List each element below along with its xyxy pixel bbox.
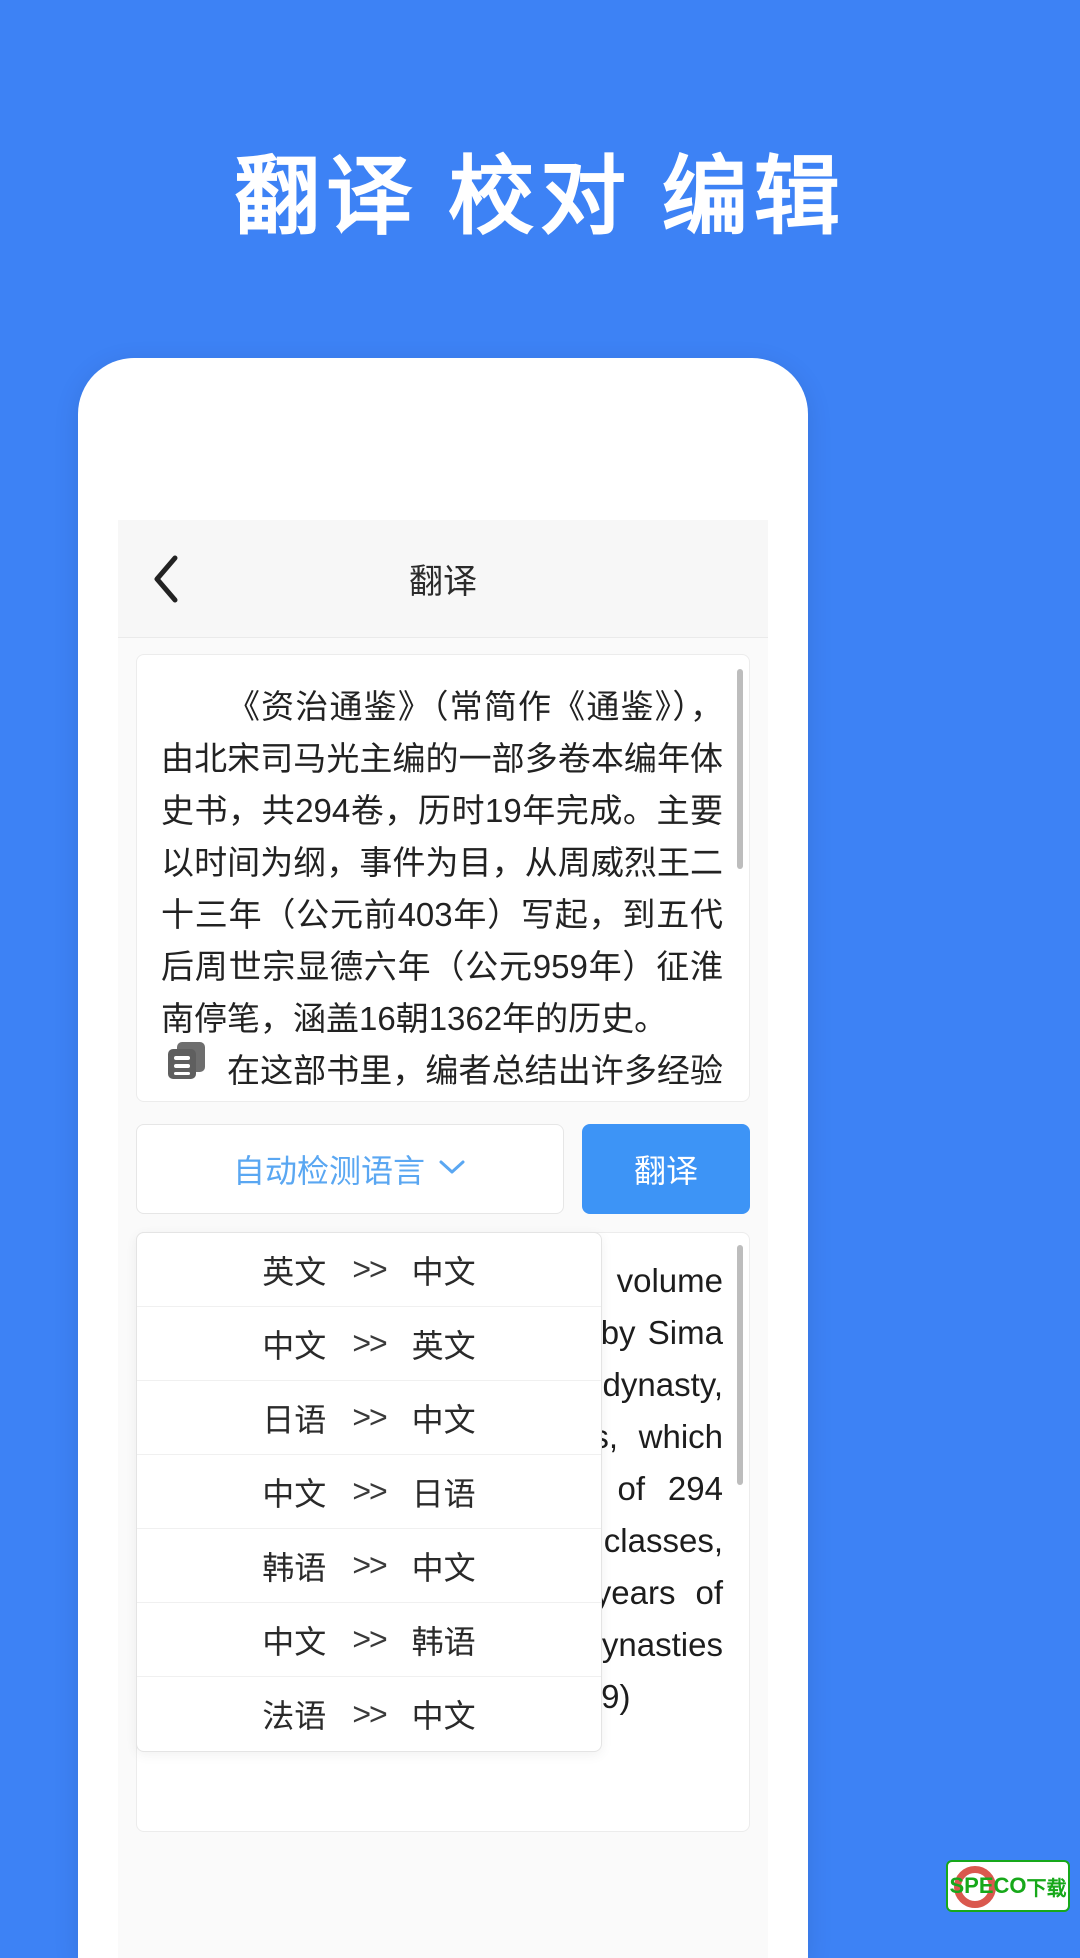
source-text-card[interactable]: 《资治通鉴》（常简作《通鉴》），由北宋司马光主编的一部多卷本编年体史书，共294… [136, 654, 750, 1102]
watermark-brand: SPECO [949, 1873, 1027, 1898]
translate-button-label: 翻译 [633, 1153, 698, 1189]
language-selector[interactable]: 自动检测语言 [136, 1124, 564, 1214]
list-item[interactable]: 英文 >> 中文 [137, 1233, 601, 1307]
dropdown-item-from: 英文 [262, 1253, 327, 1290]
language-dropdown[interactable]: 英文 >> 中文 中文 >> 英文 日语 >> 中文 中文 >> 日语 韩语 >… [136, 1232, 602, 1752]
dropdown-item-from: 法语 [262, 1698, 327, 1734]
arrow-icon: >> [352, 1695, 387, 1732]
dropdown-item-to: 中文 [411, 1698, 476, 1734]
translate-button[interactable]: 翻译 [582, 1124, 750, 1214]
result-scrollbar[interactable] [737, 1245, 743, 1485]
arrow-icon: >> [352, 1251, 387, 1287]
list-item[interactable]: 中文 >> 日语 [137, 1455, 601, 1529]
controls-row: 自动检测语言 翻译 [136, 1124, 750, 1214]
source-paragraph-2: 在这部书里，编者总结出许多经验教训，供 [227, 1052, 723, 1089]
list-item[interactable]: 日语 >> 中文 [137, 1381, 601, 1455]
dropdown-item-from: 日语 [262, 1401, 327, 1438]
page-title: 翻译 校对 编辑 [234, 149, 846, 245]
arrow-icon: >> [352, 1473, 387, 1509]
dropdown-item-to: 中文 [411, 1253, 476, 1290]
dropdown-item-to: 中文 [411, 1401, 476, 1438]
app-navbar: 翻译 [118, 520, 768, 638]
list-item[interactable]: 韩语 >> 中文 [137, 1529, 601, 1603]
back-button[interactable] [118, 520, 214, 637]
list-item[interactable]: 中文 >> 韩语 [137, 1603, 601, 1677]
chevron-left-icon [151, 554, 181, 604]
dropdown-item-from: 中文 [262, 1623, 327, 1660]
dropdown-item-to: 英文 [411, 1327, 476, 1364]
result-area: Zizhi Tongjian is a multi volume chronic… [136, 1232, 750, 1832]
watermark-badge: SPECO 下载 [946, 1860, 1070, 1912]
chevron-down-icon [437, 1158, 467, 1181]
source-paragraph-1: 《资治通鉴》（常简作《通鉴》），由北宋司马光主编的一部多卷本编年体史书，共294… [161, 688, 723, 1037]
dropdown-item-from: 韩语 [262, 1549, 327, 1586]
arrow-icon: >> [352, 1547, 387, 1583]
phone-mockup: 翻译 《资治通鉴》（常简作《通鉴》），由北宋司马光主编的一部多卷本编年体史书，共… [78, 358, 808, 1958]
arrow-icon: >> [352, 1325, 387, 1361]
dropdown-item-from: 中文 [262, 1475, 327, 1512]
copy-button[interactable] [161, 1037, 213, 1089]
dropdown-item-to: 日语 [411, 1475, 476, 1512]
list-item[interactable]: 法语 >> 中文 [137, 1677, 601, 1751]
source-scrollbar[interactable] [737, 669, 743, 869]
arrow-icon: >> [352, 1621, 387, 1657]
copy-document-icon [164, 1038, 210, 1089]
dropdown-item-to: 韩语 [411, 1623, 476, 1660]
source-text-body[interactable]: 《资治通鉴》（常简作《通鉴》），由北宋司马光主编的一部多卷本编年体史书，共294… [137, 655, 749, 1101]
navbar-title: 翻译 [409, 563, 477, 601]
dropdown-item-from: 中文 [262, 1327, 327, 1364]
list-item[interactable]: 中文 >> 英文 [137, 1307, 601, 1381]
arrow-icon: >> [352, 1399, 387, 1435]
dropdown-item-to: 中文 [411, 1549, 476, 1586]
app-screen: 翻译 《资治通鉴》（常简作《通鉴》），由北宋司马光主编的一部多卷本编年体史书，共… [118, 520, 768, 1958]
language-selector-label: 自动检测语言 [232, 1153, 425, 1189]
watermark-suffix: 下载 [1026, 1877, 1067, 1900]
